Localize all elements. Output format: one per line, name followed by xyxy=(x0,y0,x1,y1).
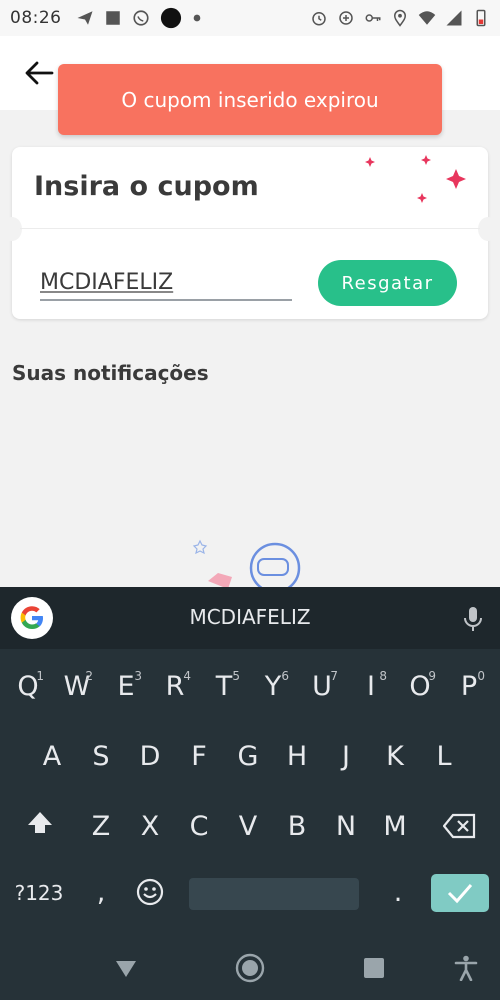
key-x[interactable]: X xyxy=(130,811,170,842)
toast-message: O cupom inserido expirou xyxy=(121,87,379,112)
recents-square-icon xyxy=(364,958,384,978)
space-key[interactable] xyxy=(189,878,359,910)
key-a[interactable]: A xyxy=(32,741,72,772)
key-h[interactable]: H xyxy=(277,741,317,772)
dot-icon xyxy=(160,7,181,29)
microphone-icon[interactable] xyxy=(462,605,484,633)
location-icon xyxy=(393,9,407,27)
signal-icon xyxy=(446,10,462,26)
coupon-code-input[interactable] xyxy=(40,265,292,301)
whatsapp-icon xyxy=(132,10,149,26)
key-m[interactable]: M xyxy=(375,811,415,842)
key-y[interactable]: 6Y xyxy=(253,669,293,702)
backspace-icon xyxy=(442,813,476,839)
notifications-heading: Suas notificações xyxy=(12,361,209,385)
key-e[interactable]: 3E xyxy=(106,669,146,702)
sparkles-icon xyxy=(365,155,466,203)
key-r[interactable]: 4R xyxy=(155,669,195,702)
nav-accessibility-button[interactable] xyxy=(451,954,481,982)
battery-icon xyxy=(476,9,486,27)
key-o[interactable]: 9O xyxy=(400,669,440,702)
soft-keyboard: MCDIAFELIZ 1Q 2W 3E 4R 5T 6Y 7U 8I 9O 0P… xyxy=(0,587,500,934)
key-icon xyxy=(365,14,381,22)
key-l[interactable]: L xyxy=(424,741,464,772)
key-q[interactable]: 1Q xyxy=(8,669,48,702)
error-toast: O cupom inserido expirou xyxy=(58,64,442,135)
comma-key[interactable]: , xyxy=(86,877,116,908)
coupon-card: Insira o cupom Resgatar xyxy=(2,147,498,319)
back-triangle-icon xyxy=(116,961,136,977)
shift-key[interactable] xyxy=(20,809,60,843)
nav-home-button[interactable] xyxy=(235,953,265,983)
stop-square-icon xyxy=(105,11,120,25)
home-circle-icon xyxy=(235,953,265,983)
shift-icon xyxy=(28,812,52,833)
key-s[interactable]: S xyxy=(81,741,121,772)
key-i[interactable]: 8I xyxy=(351,669,391,702)
small-dot-icon xyxy=(193,14,200,22)
wifi-icon xyxy=(418,11,436,25)
suggestion-text[interactable]: MCDIAFELIZ xyxy=(0,605,500,629)
system-nav-bar xyxy=(0,934,500,1000)
enter-key[interactable] xyxy=(431,874,489,912)
redeem-button[interactable]: Resgatar xyxy=(318,260,457,306)
emoji-key[interactable] xyxy=(133,877,167,911)
symbols-key[interactable]: ?123 xyxy=(10,881,68,905)
key-j[interactable]: J xyxy=(326,741,366,772)
key-g[interactable]: G xyxy=(228,741,268,772)
ticket-notch-left xyxy=(2,217,22,241)
key-f[interactable]: F xyxy=(179,741,219,772)
key-z[interactable]: Z xyxy=(81,811,121,842)
ticket-notch-right xyxy=(478,217,498,241)
emoji-icon xyxy=(136,878,164,906)
key-p[interactable]: 0P xyxy=(449,669,489,702)
accessibility-icon xyxy=(454,955,478,981)
key-c[interactable]: C xyxy=(179,811,219,842)
status-bar: 08:26 xyxy=(0,0,500,36)
key-k[interactable]: K xyxy=(375,741,415,772)
key-w[interactable]: 2W xyxy=(57,669,97,702)
back-button[interactable] xyxy=(22,58,56,88)
coupon-title: Insira o cupom xyxy=(34,171,259,202)
period-key[interactable]: . xyxy=(385,877,411,908)
empty-notifications-illustration xyxy=(192,539,301,594)
status-right-icons xyxy=(310,9,490,27)
key-d[interactable]: D xyxy=(130,741,170,772)
backspace-key[interactable] xyxy=(440,813,480,843)
coupon-divider xyxy=(20,228,480,229)
arrow-left-icon xyxy=(25,61,54,85)
checkmark-icon xyxy=(447,884,473,904)
suggestion-bar: MCDIAFELIZ xyxy=(0,587,500,649)
key-t[interactable]: 5T xyxy=(204,669,244,702)
key-b[interactable]: B xyxy=(277,811,317,842)
alarm-icon xyxy=(312,12,326,26)
status-time: 08:26 xyxy=(10,8,62,28)
key-n[interactable]: N xyxy=(326,811,366,842)
send-icon xyxy=(77,11,92,25)
status-left-icons xyxy=(76,7,202,29)
nav-back-button[interactable] xyxy=(111,954,141,982)
key-v[interactable]: V xyxy=(228,811,268,842)
data-saver-icon xyxy=(339,11,353,25)
nav-recents-button[interactable] xyxy=(359,954,389,982)
key-u[interactable]: 7U xyxy=(302,669,342,702)
